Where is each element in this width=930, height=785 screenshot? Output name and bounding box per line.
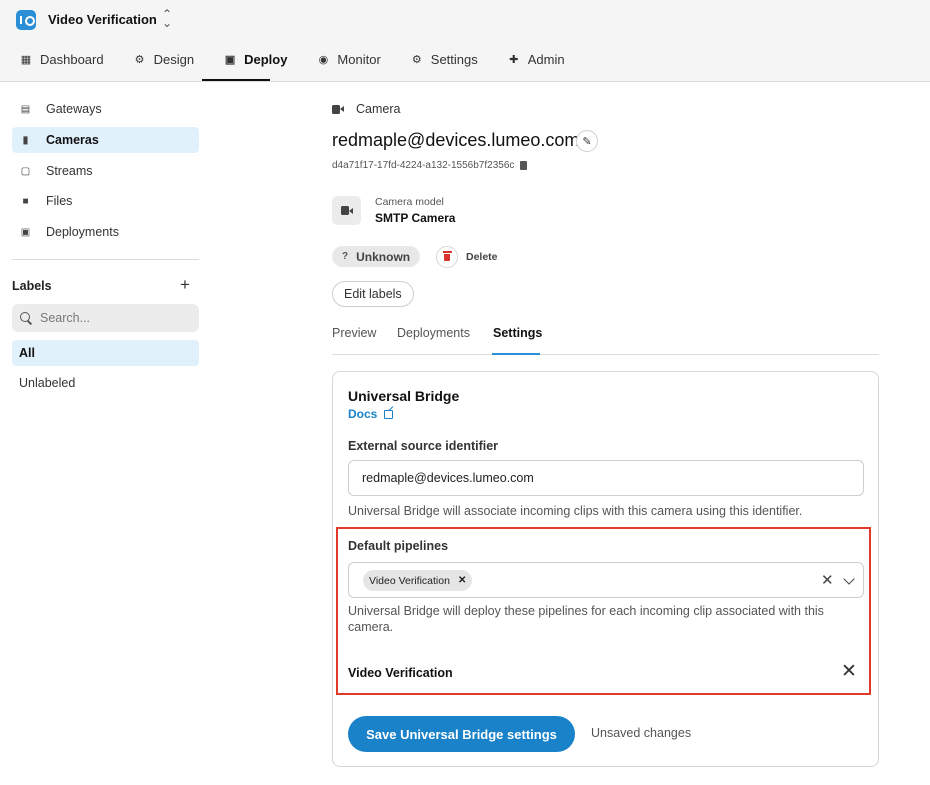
app-header: Video Verification ⌃ ⌄ ▦ Dashboard ⚙ Desi… (0, 0, 930, 82)
nav-label: Dashboard (40, 51, 104, 67)
source-identifier-hint: Universal Bridge will associate incoming… (348, 504, 803, 518)
breadcrumb: Camera (332, 102, 400, 116)
app-logo-icon (16, 10, 36, 30)
deployment-icon: ▣ (20, 226, 31, 238)
trash-icon (442, 251, 452, 261)
sidebar-item-files[interactable]: ■ Files (12, 188, 199, 214)
camera-id: d4a71f17-17fd-4224-a132-1556b7f2356c (332, 160, 528, 171)
gateway-icon: ▤ (20, 103, 31, 115)
copy-icon[interactable] (520, 161, 528, 170)
highlight-box (336, 527, 871, 695)
add-label-button[interactable]: + (180, 275, 190, 295)
unsaved-changes-text: Unsaved changes (591, 726, 692, 740)
cast-icon: ▢ (20, 165, 31, 177)
deploy-icon: ▣ (224, 53, 236, 66)
status-text: Unknown (356, 249, 411, 264)
label-search (12, 304, 199, 332)
sidebar-item-label: Deployments (46, 225, 119, 239)
nav-active-indicator (202, 79, 270, 81)
nav-admin[interactable]: ✚ Admin (488, 40, 575, 78)
search-icon (20, 312, 32, 324)
source-identifier-input[interactable] (348, 460, 864, 496)
camera-icon (332, 104, 344, 114)
trash-icon-wrap (436, 246, 458, 268)
nav-deploy[interactable]: ▣ Deploy (204, 40, 297, 78)
camera-icon: ▮ (22, 134, 29, 146)
app-switcher-icon[interactable]: ⌃ ⌄ (162, 8, 172, 29)
nav-label: Settings (430, 51, 478, 67)
sidebar-item-label: Files (46, 194, 73, 208)
tab-preview[interactable]: Preview (332, 326, 376, 340)
camera-model-icon-box (332, 196, 361, 225)
labels-heading: Labels (12, 279, 52, 293)
sidebar-item-gateways[interactable]: ▤ Gateways (12, 96, 199, 122)
camera-id-text: d4a71f17-17fd-4224-a132-1556b7f2356c (332, 160, 515, 171)
nav-label: Deploy (244, 51, 288, 67)
nav-design[interactable]: ⚙ Design (114, 40, 204, 78)
camera-tabs: Preview Deployments Settings (332, 318, 879, 355)
delete-button[interactable]: Delete (436, 246, 498, 268)
app-title[interactable]: Video Verification (48, 12, 157, 27)
sidebar-item-streams[interactable]: ▢ Streams (12, 158, 199, 184)
nav-label: Monitor (337, 51, 381, 67)
source-identifier-label: External source identifier (348, 439, 499, 453)
sidebar-item-cameras[interactable]: ▮ Cameras (12, 127, 199, 153)
tab-active-indicator (492, 353, 540, 355)
nav-monitor[interactable]: ◉ Monitor (297, 40, 390, 78)
sidebar-item-label: Gateways (46, 102, 102, 116)
file-icon: ■ (22, 195, 29, 207)
breadcrumb-label[interactable]: Camera (356, 102, 400, 116)
admin-icon: ✚ (509, 53, 519, 66)
edit-name-button[interactable]: ✎ (576, 130, 598, 152)
gear-icon: ⚙ (411, 53, 422, 66)
external-link-icon (384, 409, 394, 419)
sidebar-divider (12, 259, 199, 260)
pencil-icon: ✎ (582, 135, 592, 148)
docs-link[interactable]: Docs (348, 407, 394, 421)
camera-model-value: SMTP Camera (375, 211, 456, 225)
save-settings-button[interactable]: Save Universal Bridge settings (348, 716, 575, 752)
nav-settings[interactable]: ⚙ Settings (391, 40, 488, 78)
main-nav: ▦ Dashboard ⚙ Design ▣ Deploy ◉ Monitor … (0, 40, 575, 82)
camera-model-label: Camera model (375, 196, 444, 208)
label-filter-all[interactable]: All (12, 340, 199, 366)
sidebar-item-deployments[interactable]: ▣ Deployments (12, 219, 199, 245)
label-search-input[interactable] (40, 311, 190, 325)
question-icon: ? (342, 251, 349, 262)
monitor-icon: ◉ (318, 53, 329, 66)
docs-link-label: Docs (348, 407, 378, 421)
sidebar-item-label: Streams (46, 164, 93, 178)
nav-label: Design (153, 51, 195, 67)
status-badge: ? Unknown (332, 246, 421, 267)
dashboard-icon: ▦ (20, 53, 32, 66)
page-title: redmaple@devices.lumeo.com (332, 130, 580, 150)
label-filter-unlabeled[interactable]: Unlabeled (12, 370, 199, 396)
delete-label: Delete (466, 251, 498, 263)
tab-deployments[interactable]: Deployments (397, 326, 470, 340)
nav-label: Admin (527, 51, 565, 67)
video-camera-icon (340, 206, 353, 215)
sidebar-item-label: Cameras (46, 133, 99, 147)
design-icon: ⚙ (134, 53, 145, 66)
sidebar: ▤ Gateways ▮ Cameras ▢ Streams ■ Files ▣… (0, 82, 210, 785)
edit-labels-button[interactable]: Edit labels (332, 281, 414, 307)
nav-dashboard[interactable]: ▦ Dashboard (0, 40, 114, 78)
card-title: Universal Bridge (348, 388, 460, 404)
tab-settings[interactable]: Settings (493, 326, 542, 340)
